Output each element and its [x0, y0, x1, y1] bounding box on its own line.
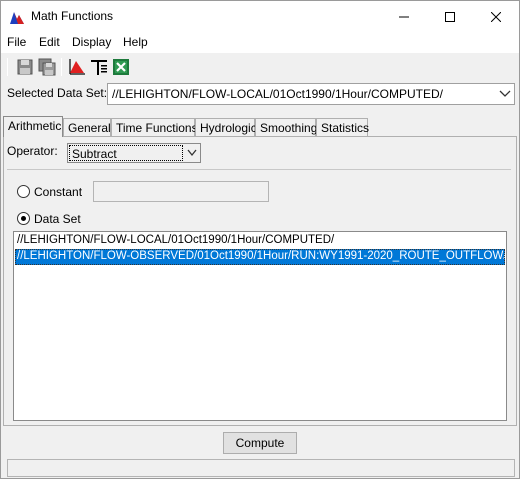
- divider: [7, 169, 511, 170]
- operator-label: Operator:: [7, 144, 58, 158]
- operator-dropdown[interactable]: Subtract: [67, 143, 201, 163]
- toolbar-separator: [61, 58, 62, 76]
- app-icon: [10, 12, 24, 24]
- selected-data-set-value: //LEHIGHTON/FLOW-LOCAL/01Oct1990/1Hour/C…: [112, 87, 443, 101]
- tab-hydrologic[interactable]: Hydrologic: [195, 118, 257, 136]
- save-all-icon[interactable]: [37, 57, 57, 77]
- constant-input[interactable]: [93, 181, 269, 202]
- excel-icon[interactable]: [111, 57, 131, 77]
- toolbar: [1, 54, 519, 81]
- menu-file[interactable]: File: [7, 35, 26, 49]
- list-item-selected[interactable]: //LEHIGHTON/FLOW-OBSERVED/01Oct1990/1Hou…: [15, 249, 506, 265]
- tab-general[interactable]: General: [63, 118, 111, 136]
- title-bar: Math Functions: [1, 1, 519, 32]
- minimize-icon: [399, 16, 409, 17]
- constant-radio[interactable]: [17, 185, 30, 198]
- close-icon: [491, 11, 501, 22]
- status-bar: [7, 459, 515, 477]
- math-functions-window: Math Functions File Edit Display Help Se…: [0, 0, 520, 479]
- constant-label: Constant: [34, 185, 83, 199]
- maximize-button[interactable]: [427, 1, 473, 32]
- data-set-label: Data Set: [34, 212, 81, 226]
- maximize-icon: [445, 11, 455, 22]
- menu-bar: File Edit Display Help: [1, 32, 519, 53]
- close-button[interactable]: [473, 1, 519, 32]
- menu-edit[interactable]: Edit: [39, 35, 60, 49]
- tabulate-icon[interactable]: [89, 57, 109, 77]
- save-icon[interactable]: [15, 57, 35, 77]
- selected-data-set-dropdown[interactable]: //LEHIGHTON/FLOW-LOCAL/01Oct1990/1Hour/C…: [107, 83, 515, 105]
- tab-time-functions[interactable]: Time Functions: [111, 118, 198, 136]
- radio-selected-dot: [21, 216, 26, 221]
- list-item[interactable]: //LEHIGHTON/FLOW-LOCAL/01Oct1990/1Hour/C…: [15, 233, 505, 249]
- operator-value: Subtract: [69, 145, 183, 161]
- data-set-list[interactable]: //LEHIGHTON/FLOW-LOCAL/01Oct1990/1Hour/C…: [13, 231, 507, 421]
- minimize-button[interactable]: [381, 1, 427, 32]
- compute-button[interactable]: Compute: [223, 432, 297, 454]
- selected-data-set-label: Selected Data Set:: [7, 86, 108, 100]
- tab-smoothing[interactable]: Smoothing: [255, 118, 317, 136]
- window-title: Math Functions: [31, 9, 114, 23]
- chevron-down-icon: [187, 149, 197, 157]
- menu-display[interactable]: Display: [72, 35, 111, 49]
- data-set-radio[interactable]: [17, 212, 30, 225]
- tab-statistics[interactable]: Statistics: [316, 118, 369, 136]
- tab-arithmetic[interactable]: Arithmetic: [3, 116, 63, 137]
- toolbar-grip: [7, 58, 8, 76]
- plot-icon[interactable]: [67, 57, 87, 77]
- menu-help[interactable]: Help: [123, 35, 148, 49]
- chevron-down-icon: [499, 90, 511, 97]
